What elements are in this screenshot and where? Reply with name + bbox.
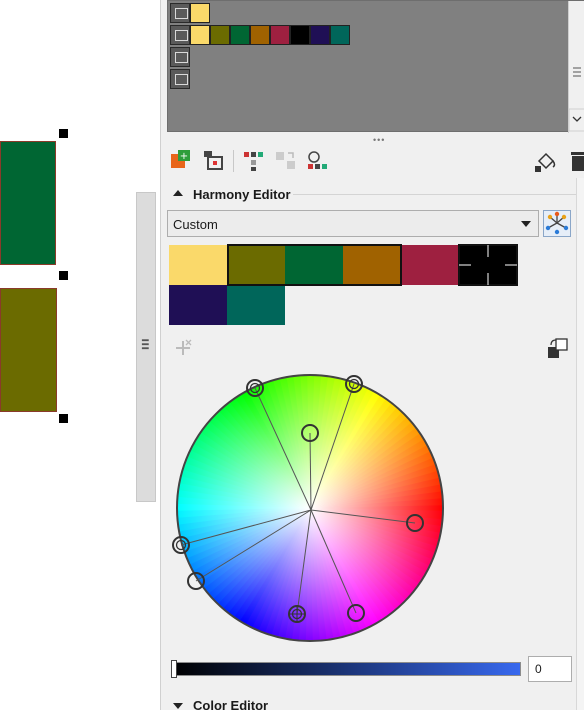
scrollbar-icons <box>568 67 584 132</box>
header-divider <box>293 194 579 195</box>
harmony-toolbar: + <box>161 142 584 178</box>
drawing-canvas[interactable]: ━ ━ ━ <box>0 0 160 710</box>
harmony-editor-title: Harmony Editor <box>193 187 291 202</box>
palette-viewer[interactable] <box>167 0 584 133</box>
svg-text:+: + <box>180 151 188 162</box>
palette-swatch[interactable] <box>270 25 290 45</box>
fill-bucket-icon[interactable] <box>533 148 559 174</box>
docker-splitter[interactable]: ━ ━ ━ <box>136 192 156 502</box>
harmony-marker[interactable] <box>288 605 306 623</box>
color-grid-icon[interactable] <box>241 148 267 174</box>
palette-swatch[interactable] <box>210 25 230 45</box>
harmony-color-swatch[interactable] <box>169 285 227 325</box>
chevron-down-icon <box>521 221 531 227</box>
harmony-color-swatch[interactable] <box>401 245 459 285</box>
palette-swatch[interactable] <box>290 25 310 45</box>
palette-row[interactable] <box>170 69 190 89</box>
palette-swatch[interactable] <box>250 25 270 45</box>
harmony-editor-header[interactable]: Harmony Editor <box>161 182 579 208</box>
harmony-mode-dropdown[interactable]: Custom <box>167 210 539 237</box>
brightness-slider[interactable] <box>171 660 521 678</box>
harmony-group-icon[interactable] <box>170 69 190 89</box>
grip-icon: ━ ━ ━ <box>142 335 149 355</box>
color-styles-docker: ••• + Harmony Editor Custom 0 Color Edit… <box>160 0 584 710</box>
olive-rectangle-shape[interactable] <box>0 288 57 412</box>
harmony-group-icon[interactable] <box>170 25 190 45</box>
palette-row[interactable] <box>170 47 190 67</box>
add-from-selection-icon[interactable] <box>201 148 227 174</box>
harmony-color-swatch[interactable] <box>227 285 285 325</box>
palette-share-icon[interactable] <box>305 148 331 174</box>
harmony-group-icon[interactable] <box>170 47 190 67</box>
palette-swatch[interactable] <box>190 3 210 23</box>
docker-scrollbar[interactable] <box>576 178 584 710</box>
reset-harmony-icon <box>173 338 193 358</box>
selection-handle[interactable] <box>59 129 68 138</box>
selection-handle[interactable] <box>59 271 68 280</box>
new-harmony-icon[interactable]: + <box>169 148 195 174</box>
selected-harmony-outline <box>227 244 402 286</box>
green-rectangle-shape[interactable] <box>0 141 56 265</box>
swap-colors-icon[interactable] <box>547 338 569 360</box>
expand-arrow-icon[interactable] <box>173 703 183 709</box>
palette-swatch[interactable] <box>310 25 330 45</box>
brightness-slider-thumb[interactable] <box>171 660 177 678</box>
delete-icon[interactable] <box>565 148 584 174</box>
harmony-color-swatch[interactable] <box>169 245 227 285</box>
color-editor-title: Color Editor <box>193 698 269 710</box>
palette-scrollbar[interactable] <box>568 1 584 133</box>
harmony-rule-button[interactable] <box>543 210 571 237</box>
palette-swatch[interactable] <box>330 25 350 45</box>
selection-handle[interactable] <box>59 414 68 423</box>
palette-swatch[interactable] <box>230 25 250 45</box>
collapse-arrow-icon[interactable] <box>173 190 183 196</box>
palette-row[interactable] <box>170 25 350 45</box>
crosshair-icon <box>459 245 517 285</box>
color-editor-header[interactable]: Color Editor <box>161 694 579 710</box>
harmony-rule-icon <box>545 211 569 235</box>
disabled-transform-icon <box>273 148 299 174</box>
palette-row[interactable] <box>170 3 210 23</box>
brightness-value-field[interactable]: 0 <box>528 656 572 682</box>
color-harmony-wheel[interactable] <box>161 362 461 662</box>
harmony-group-icon[interactable] <box>170 3 190 23</box>
palette-swatch[interactable] <box>190 25 210 45</box>
harmony-mode-value: Custom <box>173 217 218 232</box>
